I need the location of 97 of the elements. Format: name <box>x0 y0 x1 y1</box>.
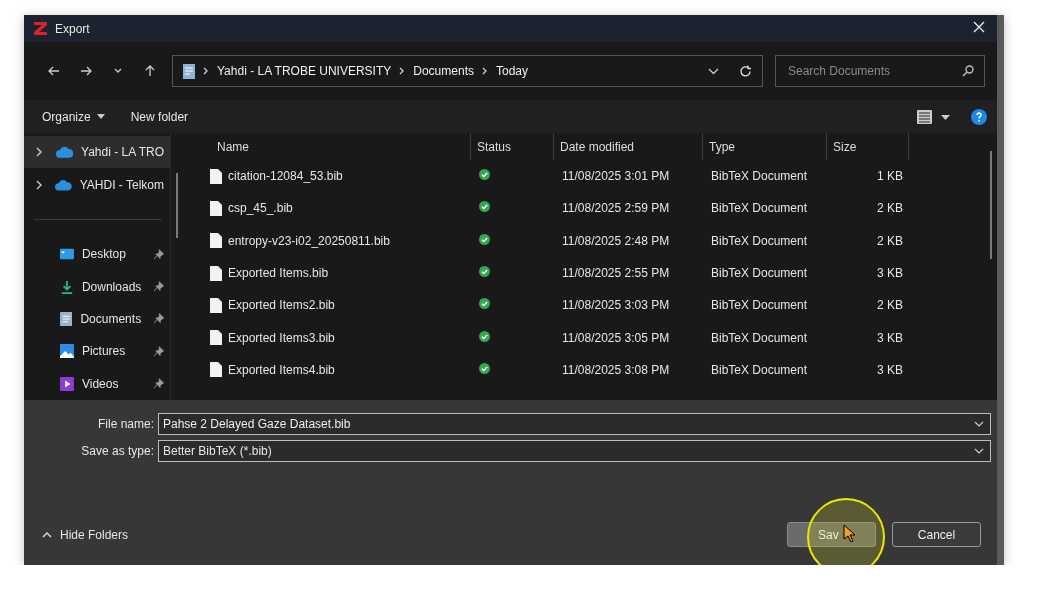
help-icon[interactable] <box>971 108 987 125</box>
table-cell-text: 2 KB <box>876 298 903 313</box>
pin-icon[interactable] <box>154 378 164 390</box>
file-icon <box>210 330 222 346</box>
chevron-right-icon <box>399 67 406 75</box>
table-cell-text: BibTeX Document <box>710 233 809 248</box>
search-box[interactable]: Search Documents <box>775 55 985 87</box>
table-cell-text: BibTeX Document <box>710 266 809 281</box>
file-name[interactable]: citation-12084_53.bib <box>228 169 473 184</box>
arrow-up-icon <box>143 64 157 78</box>
table-cell-text: 11/08/2025 2:55 PM <box>561 266 671 281</box>
save-button[interactable]: Sav <box>787 522 876 547</box>
table-cell-text: 11/08/2025 3:08 PM <box>561 362 671 377</box>
cursor-icon <box>843 524 855 542</box>
sidebar-item[interactable]: Documents <box>24 302 170 336</box>
table-cell-text: BibTeX Document <box>710 362 809 377</box>
file-icon <box>210 168 222 184</box>
chevron-right-icon <box>203 67 209 75</box>
table-cell-text: 3 KB <box>876 362 903 377</box>
file-name[interactable]: entropy-v23-i02_20250811.bib <box>228 233 473 248</box>
table-cell-text: 2 KB <box>876 233 903 248</box>
file-name[interactable]: Exported Items.bib <box>228 266 473 281</box>
file-type-dropdown[interactable]: Better BibTeX (*.bib) <box>158 439 991 462</box>
view-options-icon[interactable] <box>917 109 951 124</box>
pin-icon[interactable] <box>154 248 164 260</box>
refresh-icon[interactable] <box>739 64 752 78</box>
table-cell-text: 11/08/2025 3:01 PM <box>561 169 671 184</box>
table-cell-text: 3 KB <box>876 330 903 345</box>
cancel-button[interactable]: Cancel <box>892 522 981 547</box>
sidebar-item[interactable]: Downloads <box>24 270 170 303</box>
search-field[interactable]: Search Documents <box>786 63 956 79</box>
chevron-right-icon[interactable] <box>36 179 43 190</box>
sidebar-item[interactable]: Desktop <box>24 237 170 271</box>
file-icon <box>210 362 222 378</box>
pin-icon[interactable] <box>154 281 164 292</box>
chevron-down-icon[interactable] <box>708 67 719 75</box>
search-icon <box>962 65 974 77</box>
sidebar-item[interactable]: Yahdi - LA TRO <box>24 136 170 169</box>
picture-icon <box>60 343 74 360</box>
field-label: File name: <box>96 416 155 431</box>
file-icon <box>210 297 222 313</box>
file-icon <box>210 233 222 249</box>
cloud-icon <box>55 146 74 159</box>
table-cell-text: BibTeX Document <box>710 169 809 184</box>
table-cell-text: 3 KB <box>876 266 903 281</box>
organize-button[interactable]: Organize <box>42 109 105 124</box>
caret-icon <box>96 114 105 119</box>
file-name[interactable]: Exported Items3.bib <box>228 330 473 345</box>
address-bar[interactable]: Yahdi - LA TROBE UNIVERSITY Documents Today <box>172 55 763 87</box>
close-icon <box>973 21 985 33</box>
chevron-down-icon <box>974 447 984 454</box>
table-cell-text: 11/08/2025 3:05 PM <box>561 330 671 345</box>
table-cell-text: BibTeX Document <box>710 298 809 313</box>
table-cell-text: 11/08/2025 3:03 PM <box>561 298 671 313</box>
cloud-icon <box>55 178 72 191</box>
table-cell-text: 11/08/2025 2:48 PM <box>561 233 671 248</box>
video-icon <box>60 375 74 392</box>
table-cell-text: BibTeX Document <box>710 201 809 216</box>
breadcrumb-item[interactable]: Yahdi - LA TROBE UNIVERSITY <box>217 64 392 78</box>
column-header[interactable]: Date modified <box>554 133 703 160</box>
sidebar-item[interactable]: Pictures <box>24 335 170 368</box>
file-name[interactable]: Exported Items4.bib <box>228 362 473 377</box>
column-header[interactable]: Name <box>211 133 471 160</box>
chevron-down-icon[interactable] <box>974 420 984 427</box>
window-title: Export <box>55 21 90 36</box>
sidebar-item[interactable]: Videos <box>24 367 170 400</box>
chevron-up-icon <box>42 531 52 538</box>
download-icon <box>60 278 74 295</box>
file-name[interactable]: Exported Items2.bib <box>228 298 473 313</box>
table-cell-text: 1 KB <box>876 169 903 184</box>
field-label: Save as type: <box>80 443 155 458</box>
file-name-field[interactable]: Pahse 2 Delayed Gaze Dataset.bib <box>163 416 974 431</box>
document-icon <box>183 63 195 79</box>
hide-folders-button[interactable]: Hide Folders <box>36 526 135 543</box>
file-name[interactable]: csp_45_.bib <box>228 201 473 216</box>
file-icon <box>210 200 222 216</box>
sidebar-item[interactable]: YAHDI - Telkom <box>24 168 170 201</box>
column-header[interactable]: Type <box>703 133 827 160</box>
breadcrumb-item[interactable]: Today <box>496 64 528 78</box>
file-name-box[interactable]: Pahse 2 Delayed Gaze Dataset.bib <box>158 412 991 435</box>
pin-icon[interactable] <box>154 345 164 357</box>
table-cell-text: 2 KB <box>876 201 903 216</box>
app-logo-icon <box>34 22 47 35</box>
document-icon <box>60 310 73 327</box>
arrow-right-icon <box>79 64 93 78</box>
chevron-right-icon[interactable] <box>36 147 43 158</box>
table-cell-text: BibTeX Document <box>710 330 809 345</box>
new-folder-button[interactable]: New folder <box>130 109 189 124</box>
column-header[interactable]: Status <box>471 133 554 160</box>
breadcrumb-item[interactable]: Documents <box>413 64 474 78</box>
pin-icon[interactable] <box>154 313 164 325</box>
arrow-left-icon <box>47 64 61 78</box>
desktop-icon <box>60 247 74 262</box>
column-header[interactable]: Size <box>827 133 909 160</box>
file-icon <box>210 265 222 281</box>
table-cell-text: 11/08/2025 2:59 PM <box>561 201 671 216</box>
chevron-right-icon <box>482 67 488 75</box>
